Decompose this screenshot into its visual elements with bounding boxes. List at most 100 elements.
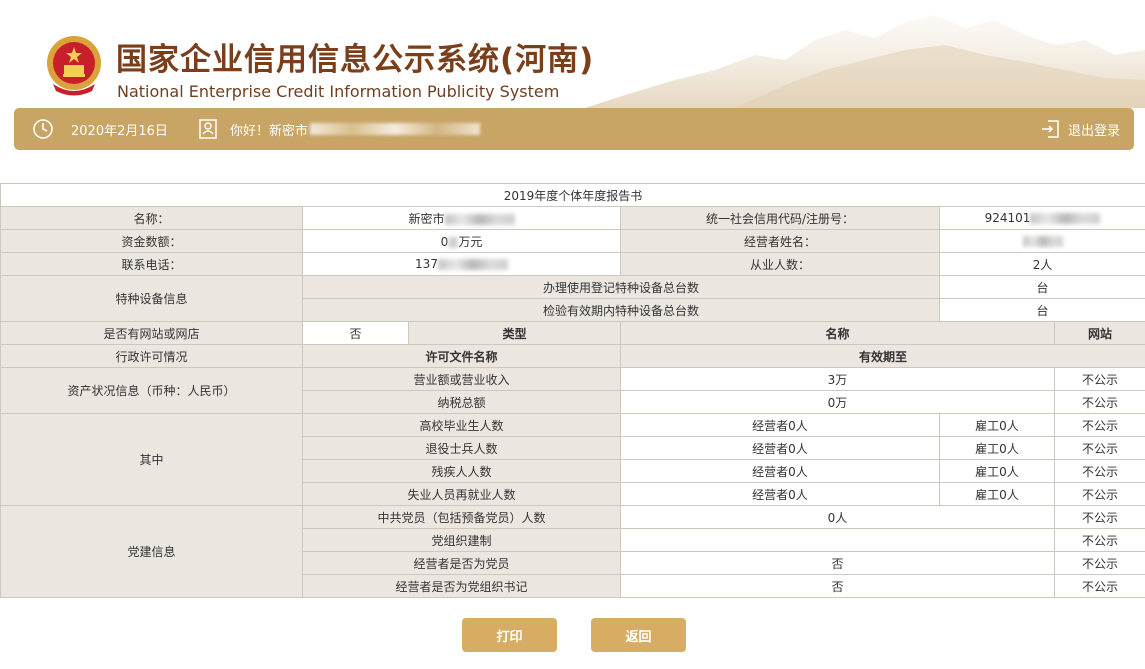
top-info-bar: 2020年2月16日 你好！新密市 退出登录 bbox=[14, 108, 1134, 150]
website-value: 否 bbox=[302, 321, 409, 345]
license-header-expiry: 有效期至 bbox=[619, 344, 1145, 368]
table-row: 名称： 新密市 统一社会信用代码/注册号： 924101 bbox=[0, 206, 1145, 230]
name-label: 名称： bbox=[0, 206, 303, 230]
special-equipment-label: 特种设备信息 bbox=[0, 275, 303, 322]
assets-row-status: 不公示 bbox=[1053, 367, 1145, 391]
table-row: 是否有网站或网店 否 类型 名称 网站 bbox=[0, 321, 1145, 345]
party-row-value bbox=[620, 528, 1055, 552]
print-button[interactable]: 打印 bbox=[462, 618, 557, 652]
credit-code-label: 统一社会信用代码/注册号： bbox=[620, 206, 940, 230]
party-row-status: 不公示 bbox=[1053, 505, 1145, 529]
name-value: 新密市 bbox=[302, 206, 621, 230]
among-row-operator: 经营者0人 bbox=[620, 413, 940, 437]
user-card-icon bbox=[199, 119, 217, 139]
redacted-username bbox=[310, 123, 481, 135]
among-row-status: 不公示 bbox=[1053, 436, 1145, 460]
redacted-credit-code bbox=[1030, 213, 1101, 224]
among-row-employee: 雇工0人 bbox=[939, 459, 1055, 483]
site-header: 国家企业信用信息公示系统(河南) National Enterprise Cre… bbox=[0, 0, 1145, 108]
among-row-label: 失业人员再就业人数 bbox=[302, 482, 621, 506]
party-row-label: 经营者是否为党组织书记 bbox=[302, 574, 621, 598]
assets-row-label: 纳税总额 bbox=[302, 390, 621, 414]
website-label: 是否有网站或网店 bbox=[0, 321, 303, 345]
party-row-value: 否 bbox=[620, 551, 1055, 575]
party-row-status: 不公示 bbox=[1053, 528, 1145, 552]
among-row-label: 高校毕业生人数 bbox=[302, 413, 621, 437]
logout-button[interactable]: 退出登录 bbox=[1040, 108, 1120, 150]
logout-label: 退出登录 bbox=[1067, 123, 1120, 139]
among-row-operator: 经营者0人 bbox=[620, 482, 940, 506]
phone-text: 137 bbox=[415, 257, 438, 271]
party-row-value: 0人 bbox=[620, 505, 1055, 529]
credit-code-text: 924101 bbox=[984, 211, 1031, 225]
redacted-name bbox=[444, 213, 515, 225]
among-row-status: 不公示 bbox=[1053, 482, 1145, 506]
among-row-employee: 雇工0人 bbox=[939, 413, 1055, 437]
phone-value: 137 bbox=[302, 252, 621, 276]
party-row-label: 经营者是否为党员 bbox=[302, 551, 621, 575]
among-row-operator: 经营者0人 bbox=[620, 436, 940, 460]
table-row: 其中 高校毕业生人数 经营者0人 雇工0人 不公示 bbox=[0, 413, 1145, 506]
operator-name-label: 经营者姓名： bbox=[620, 229, 940, 253]
assets-row-value: 3万 bbox=[620, 367, 1055, 391]
special-equipment-row-label: 办理使用登记特种设备总台数 bbox=[302, 275, 940, 299]
license-header-file: 许可文件名称 bbox=[302, 344, 621, 368]
logout-icon bbox=[1041, 120, 1059, 138]
redacted-phone bbox=[437, 259, 508, 270]
special-equipment-row-value: 台 bbox=[938, 275, 1145, 299]
back-button[interactable]: 返回 bbox=[591, 618, 686, 652]
among-label: 其中 bbox=[0, 413, 303, 506]
website-header-site: 网站 bbox=[1053, 321, 1145, 345]
redacted-capital bbox=[448, 236, 459, 248]
employees-value: 2人 bbox=[938, 252, 1145, 276]
credit-code-value: 924101 bbox=[938, 206, 1145, 230]
capital-label: 资金数额： bbox=[0, 229, 303, 253]
among-row-status: 不公示 bbox=[1053, 459, 1145, 483]
among-row-label: 退役士兵人数 bbox=[302, 436, 621, 460]
site-title-chinese: 国家企业信用信息公示系统(河南) bbox=[116, 42, 595, 78]
mountain-background-image bbox=[585, 15, 1145, 108]
party-row-status: 不公示 bbox=[1053, 574, 1145, 598]
party-row-label: 党组织建制 bbox=[302, 528, 621, 552]
national-emblem-icon bbox=[47, 36, 101, 96]
annual-report-table: 2019年度个体年度报告书 名称： 新密市 统一社会信用代码/注册号： 9241… bbox=[0, 183, 1145, 598]
assets-row-status: 不公示 bbox=[1053, 390, 1145, 414]
website-header-type: 类型 bbox=[408, 321, 621, 345]
current-date: 2020年2月16日 bbox=[71, 123, 168, 139]
party-row-label: 中共党员（包括预备党员）人数 bbox=[302, 505, 621, 529]
table-row: 资产状况信息（币种：人民币） 营业额或营业收入 3万 不公示 bbox=[0, 367, 1145, 414]
among-row-operator: 经营者0人 bbox=[620, 459, 940, 483]
capital-value: 0 万元 bbox=[302, 229, 621, 253]
capital-prefix: 0 bbox=[440, 234, 449, 249]
among-row-employee: 雇工0人 bbox=[939, 436, 1055, 460]
redacted-operator-name bbox=[1022, 236, 1063, 247]
report-caption-row: 2019年度个体年度报告书 bbox=[0, 183, 1145, 207]
among-row-label: 残疾人人数 bbox=[302, 459, 621, 483]
table-row: 党建信息 中共党员（包括预备党员）人数 0人 不公示 bbox=[0, 505, 1145, 598]
operator-name-value bbox=[938, 229, 1145, 253]
special-equipment-row-label: 检验有效期内特种设备总台数 bbox=[302, 298, 940, 322]
site-title-english: National Enterprise Credit Information P… bbox=[117, 82, 560, 101]
employees-label: 从业人数： bbox=[620, 252, 940, 276]
assets-row-value: 0万 bbox=[620, 390, 1055, 414]
greeting-label: 你好！新密市 bbox=[230, 123, 309, 139]
website-header-name: 名称 bbox=[620, 321, 1055, 345]
party-label: 党建信息 bbox=[0, 505, 303, 598]
among-row-employee: 雇工0人 bbox=[939, 482, 1055, 506]
report-caption: 2019年度个体年度报告书 bbox=[0, 183, 1145, 207]
license-label: 行政许可情况 bbox=[0, 344, 303, 368]
table-row: 行政许可情况 许可文件名称 有效期至 bbox=[0, 344, 1145, 368]
party-row-value: 否 bbox=[620, 574, 1055, 598]
assets-row-label: 营业额或营业收入 bbox=[302, 367, 621, 391]
capital-suffix: 万元 bbox=[458, 234, 483, 249]
special-equipment-row-value: 台 bbox=[938, 298, 1145, 322]
greeting-text: 你好！新密市 bbox=[230, 108, 481, 150]
phone-label: 联系电话： bbox=[0, 252, 303, 276]
name-value-text: 新密市 bbox=[408, 211, 445, 226]
clock-icon bbox=[33, 119, 53, 139]
party-row-status: 不公示 bbox=[1053, 551, 1145, 575]
table-row: 资金数额： 0 万元 经营者姓名： bbox=[0, 229, 1145, 253]
among-row-status: 不公示 bbox=[1053, 413, 1145, 437]
table-row: 联系电话： 137 从业人数： 2人 bbox=[0, 252, 1145, 276]
table-row: 特种设备信息 办理使用登记特种设备总台数 台 bbox=[0, 275, 1145, 322]
